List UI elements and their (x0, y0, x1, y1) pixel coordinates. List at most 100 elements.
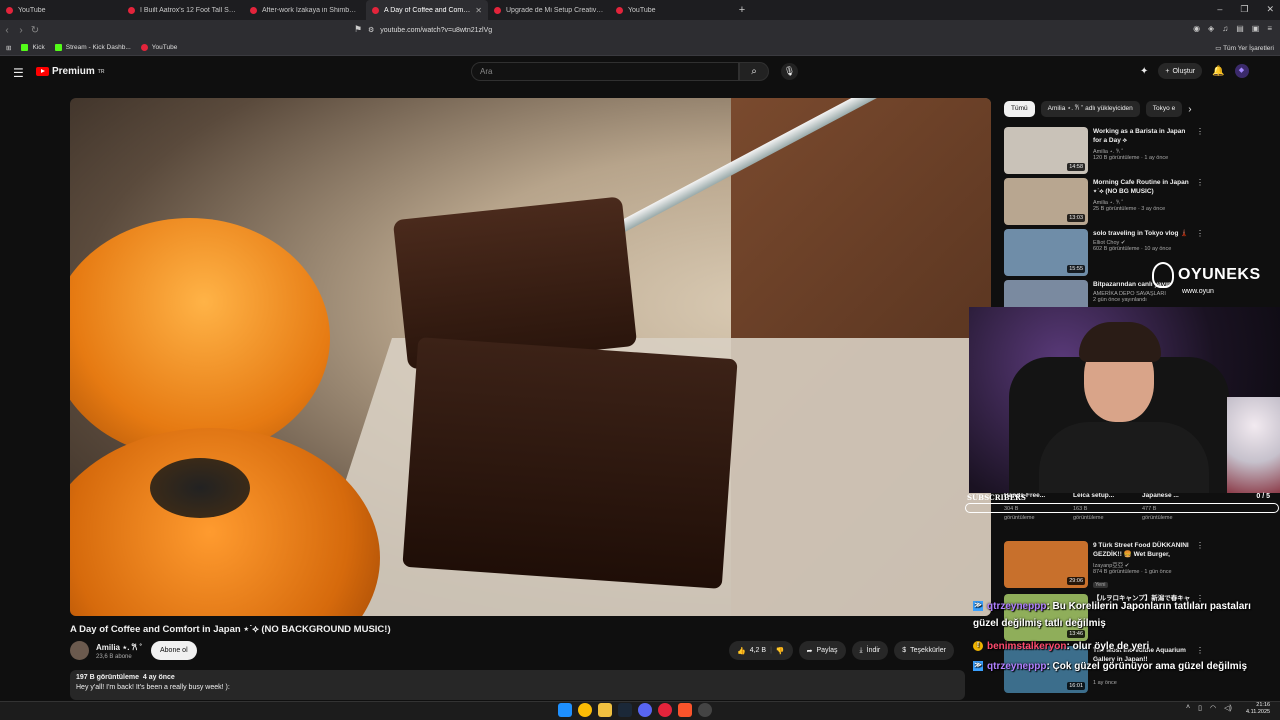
channel-name[interactable]: Amilia ⋆. 𐙚 ˚ (96, 642, 142, 653)
oyuneks-mascot-icon (1152, 262, 1174, 288)
extension-icon[interactable]: ♫ (1222, 24, 1228, 33)
steam-icon[interactable] (618, 703, 632, 717)
search-button[interactable]: ⌕ (739, 62, 769, 81)
brave-icon[interactable] (678, 703, 692, 717)
bookmark-item[interactable]: Kick (21, 44, 45, 51)
close-window-icon[interactable]: ✕ (1266, 4, 1274, 15)
chat-message: ≫ qtrzeyneppp: Çok güzel görünüyor ama gü… (973, 661, 1248, 672)
browser-tab-bar: YouTube I Built Aatrox's 12 Foot Tall Sw… (0, 0, 1280, 20)
rec-meta: 1 ay önce (1093, 680, 1117, 686)
forward-icon[interactable]: › (14, 25, 28, 36)
rec-channel: Amilia ⋆. 𐙚 ˚ (1093, 149, 1124, 155)
chrome-icon[interactable] (578, 703, 592, 717)
notifications-icon[interactable]: 🔔 (1212, 66, 1224, 77)
chevron-up-icon[interactable]: ˄ (1186, 704, 1190, 712)
video-thumbnail[interactable]: 13:03 (1004, 178, 1088, 225)
rec-meta: 25 B görüntüleme · 3 ay önce (1093, 206, 1166, 212)
back-icon[interactable]: ‹ (0, 25, 14, 36)
browser-tab[interactable]: YouTube (610, 0, 732, 20)
system-tray: ˄ ▯ ◠ ◁) (1186, 704, 1232, 712)
create-button[interactable]: + Oluştur (1158, 63, 1203, 79)
bookmark-item[interactable]: YouTube (140, 44, 177, 51)
cast-icon[interactable]: ✦ (1140, 66, 1148, 77)
close-tab-icon[interactable]: ✕ (475, 6, 482, 15)
bookmarks-bar: ⊞ Kick Stream - Kick Dashb... YouTube (0, 40, 1280, 56)
description-box[interactable]: 197 B görüntüleme 4 ay önce Hey y'all! I… (70, 670, 965, 700)
taskbar-apps (558, 703, 712, 717)
bookmark-item[interactable]: Stream - Kick Dashb... (54, 44, 131, 51)
reload-icon[interactable]: ↻ (28, 25, 42, 36)
thumbs-up-icon: 👍 (737, 647, 746, 655)
chat-badge-icon: ≫ (973, 601, 983, 612)
youtube-premium-logo[interactable]: Premium TR (36, 66, 104, 77)
subscribe-button[interactable]: Abone ol (151, 641, 197, 660)
wifi-icon[interactable]: ◠ (1210, 704, 1216, 712)
header-actions: ✦ + Oluştur 🔔 ◆ (1140, 63, 1249, 79)
browser-tab[interactable]: After-work Izakaya in Shimbashi, Tok... (244, 0, 366, 20)
video-thumbnail[interactable]: 14:58 (1004, 127, 1088, 174)
discord-icon[interactable] (638, 703, 652, 717)
chevron-right-icon[interactable]: › (1188, 104, 1191, 115)
more-options-icon[interactable]: ⋮ (1196, 541, 1204, 550)
wallet-icon[interactable]: ▣ (1252, 24, 1260, 33)
obs-icon[interactable] (698, 703, 712, 717)
video-thumbnail[interactable]: 15:55 (1004, 229, 1088, 276)
menu-icon[interactable]: ≡ (1267, 24, 1272, 33)
start-icon[interactable] (558, 703, 572, 717)
site-info-icon[interactable]: ⚙ (368, 26, 374, 34)
channel-avatar[interactable] (70, 641, 89, 660)
chip-from-uploader[interactable]: Amilia ⋆. 𐙚 ˚ adlı yükleyiciden (1040, 101, 1140, 117)
thumbs-down-icon[interactable]: 👎 (776, 647, 785, 655)
voice-search-button[interactable]: 🎙 (781, 63, 798, 80)
minimize-icon[interactable]: – (1217, 4, 1222, 15)
more-options-icon[interactable]: ⋮ (1196, 229, 1204, 238)
account-avatar[interactable]: ◆ (1234, 64, 1249, 78)
description-text: Hey y'all! I'm back! It's been a really … (76, 684, 230, 691)
bookmark-icon[interactable]: ⚑ (354, 24, 362, 35)
browser-tab[interactable]: YouTube (0, 0, 122, 20)
video-thumbnail[interactable] (1004, 280, 1088, 307)
volume-icon[interactable]: ◁) (1224, 704, 1232, 712)
new-badge: Yeni (1093, 582, 1108, 588)
rec-title: 9 Türk Street Food DÜKKANINI GEZDİK!! 🍔 … (1093, 542, 1189, 558)
rec-meta: 874 B görüntüleme · 1 gün önce (1093, 569, 1172, 575)
poppy-seeds (150, 458, 250, 518)
apps-icon[interactable]: ⊞ (6, 44, 11, 52)
taskbar-clock[interactable]: 21:16 4.11.2025 (1246, 702, 1270, 716)
browser-tab[interactable]: I Built Aatrox's 12 Foot Tall Sword (F..… (122, 0, 244, 20)
hamburger-menu-icon[interactable]: ☰ (13, 66, 24, 80)
more-options-icon[interactable]: ⋮ (1196, 178, 1204, 187)
view-count: 197 B görüntüleme (76, 674, 140, 681)
thanks-button[interactable]: $ Teşekkürler (894, 641, 954, 660)
rec-channel: Izayanp亞亞 ✔ (1093, 563, 1130, 569)
search-input[interactable]: Ara (471, 62, 739, 81)
all-bookmarks[interactable]: ▭ Tüm Yer İşaretleri (1215, 44, 1274, 52)
share-button[interactable]: ➦ Paylaş (798, 641, 846, 660)
opera-icon[interactable] (658, 703, 672, 717)
more-options-icon[interactable]: ⋮ (1196, 127, 1204, 136)
recommendation-item[interactable]: 14:58 Working as a Barista in Japan for … (1004, 127, 1204, 174)
chip-all[interactable]: Tümü (1004, 101, 1035, 117)
video-thumbnail[interactable]: 29:06 (1004, 541, 1088, 588)
browser-tab-active[interactable]: A Day of Coffee and Comfort in✕ (366, 0, 488, 20)
new-tab-button[interactable]: + (732, 4, 752, 16)
download-button[interactable]: ⤓ İndir (851, 641, 889, 660)
video-player[interactable] (70, 98, 991, 616)
youtube-favicon-icon (250, 6, 257, 14)
extension-icon[interactable]: ◉ (1193, 24, 1200, 33)
like-button[interactable]: 👍 4,2 B | 👎 (729, 641, 793, 660)
chip-tokyo[interactable]: Tokyo e (1145, 101, 1183, 117)
extension-icon[interactable]: ◈ (1208, 24, 1214, 33)
youtube-favicon-icon (372, 6, 379, 14)
chat-message: ! benimstalkeryon: olur öyle de yeri (973, 638, 1278, 655)
browser-tab[interactable]: Upgrade de Mi Setup Creativo 2025! (488, 0, 610, 20)
extension-toolbar: ◉ ◈ ♫ ▤ ▣ ≡ (1193, 24, 1272, 33)
url-field[interactable]: ⚙ youtube.com/watch?v=u8wtn21zlVg (368, 23, 908, 37)
recommendation-item[interactable]: 13:03 Morning Cafe Routine in Japan ⋆˙⟡ … (1004, 178, 1204, 225)
restore-icon[interactable]: ❐ (1240, 4, 1248, 15)
streamer-body (1039, 422, 1209, 493)
sidebar-icon[interactable]: ▤ (1236, 24, 1244, 33)
recommendation-item[interactable]: 29:06 9 Türk Street Food DÜKKANINI GEZDİ… (1004, 541, 1204, 589)
network-icon[interactable]: ▯ (1198, 704, 1202, 712)
file-explorer-icon[interactable] (598, 703, 612, 717)
